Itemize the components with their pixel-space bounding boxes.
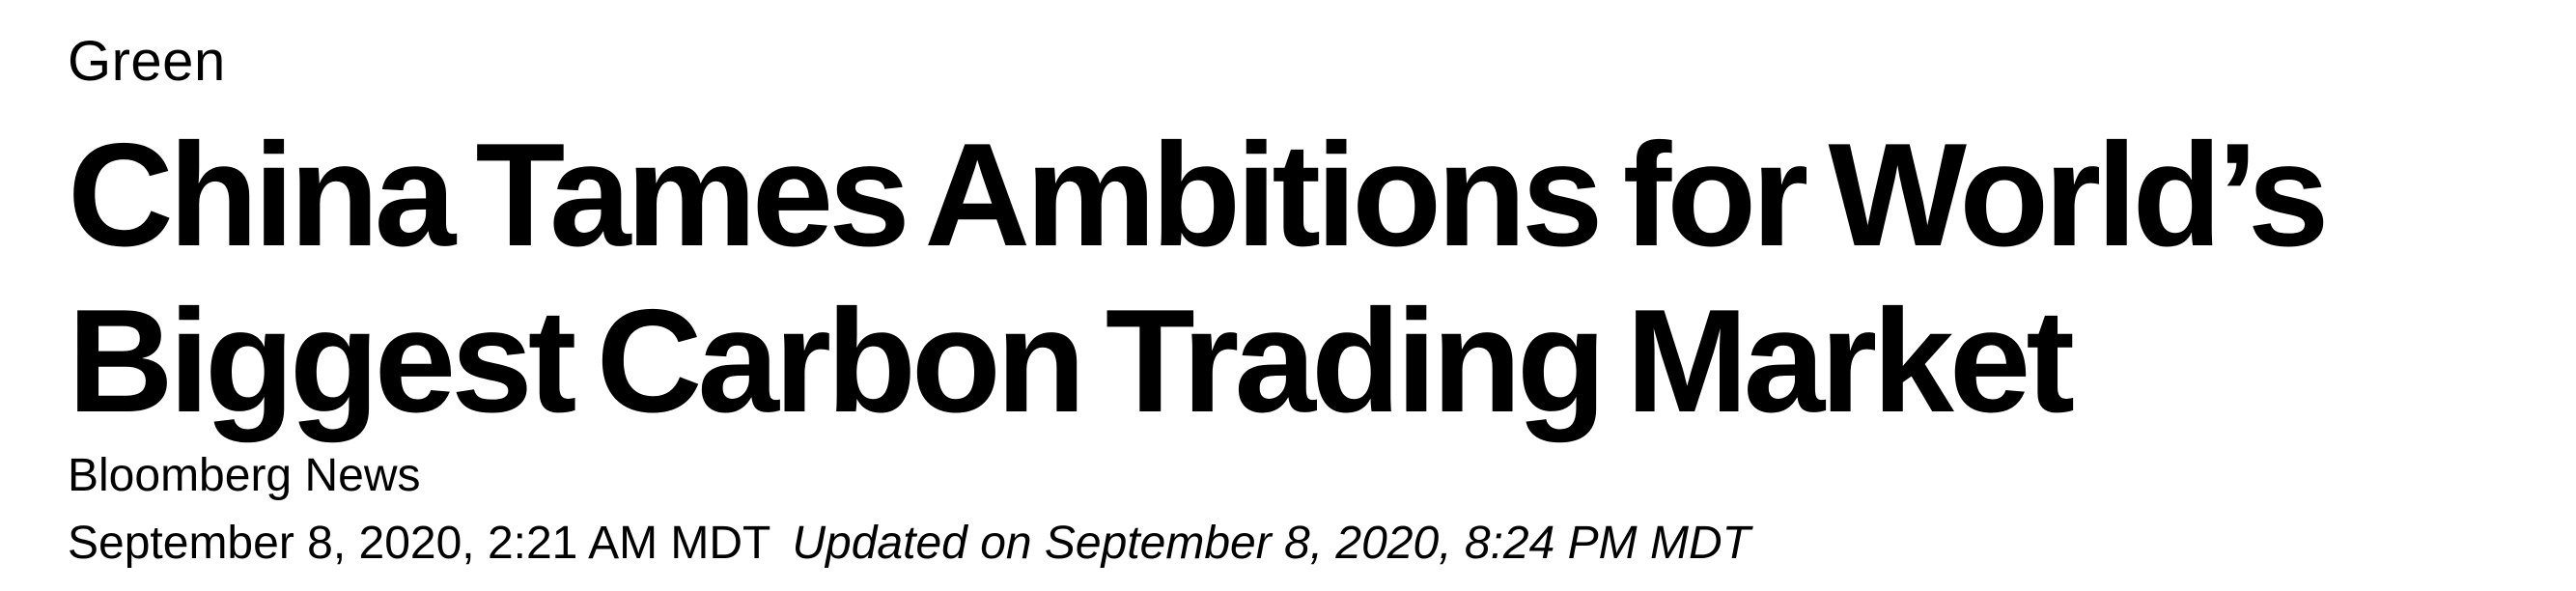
headline-line-1: China Tames Ambitions for World’s: [68, 113, 2329, 277]
headline: China Tames Ambitions for World’s Bigges…: [68, 112, 2329, 444]
headline-line-2: Biggest Carbon Trading Market: [68, 279, 2075, 443]
section-label[interactable]: Green: [68, 25, 226, 98]
byline-author[interactable]: Bloomberg News: [68, 446, 420, 506]
published-time: September 8, 2020, 2:21 AM MDT: [68, 518, 771, 569]
updated-time: Updated on September 8, 2020, 8:24 PM MD…: [792, 518, 1750, 569]
dateline: September 8, 2020, 2:21 AM MDT Updated on…: [68, 514, 1750, 574]
